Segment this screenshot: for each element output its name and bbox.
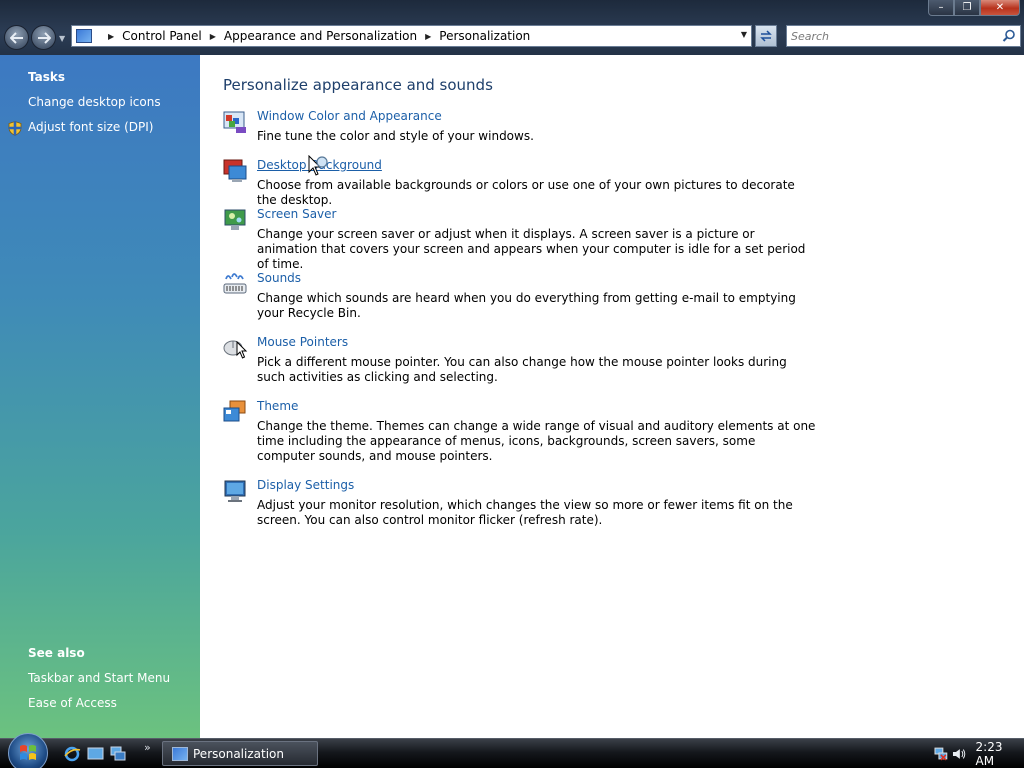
arrow-left-icon <box>9 31 23 44</box>
close-button[interactable]: ✕ <box>980 0 1020 16</box>
theme-link[interactable]: Theme <box>257 399 298 414</box>
taskbar-item-label: Personalization <box>193 746 284 761</box>
windows-logo-icon <box>20 745 36 760</box>
back-button[interactable] <box>4 25 29 50</box>
item-description: Fine tune the color and style of your wi… <box>257 129 534 143</box>
switch-windows-icon[interactable] <box>110 746 127 762</box>
screen-saver-icon <box>224 209 246 230</box>
breadcrumb-appearance[interactable]: Appearance and Personalization <box>224 29 417 43</box>
search-icon[interactable] <box>1002 29 1016 43</box>
sounds-link[interactable]: Sounds <box>257 271 301 286</box>
pointer-cursor-icon <box>236 341 248 359</box>
window-color-icon <box>223 111 246 133</box>
control-panel-icon <box>76 29 92 43</box>
taskbar-item-personalization[interactable]: Personalization <box>162 741 318 766</box>
chevron-right-icon[interactable]: ▶ <box>425 32 431 41</box>
item-description: Pick a different mouse pointer. You can … <box>257 355 787 384</box>
uac-shield-icon <box>8 121 22 136</box>
refresh-button[interactable] <box>755 25 777 47</box>
taskbar: » Personalization 2:23 AM <box>0 733 1024 768</box>
sounds-icon <box>223 273 247 294</box>
change-desktop-icons-link[interactable]: Change desktop icons <box>28 95 161 109</box>
volume-icon[interactable] <box>952 747 966 761</box>
notification-area: 2:23 AM <box>920 740 1024 768</box>
busy-cursor-icon <box>308 155 328 176</box>
tasks-heading: Tasks <box>28 70 66 84</box>
theme-icon <box>223 400 246 422</box>
display-settings-icon <box>224 480 246 502</box>
clock[interactable]: 2:23 AM <box>976 740 1024 768</box>
window-color-appearance-link[interactable]: Window Color and Appearance <box>257 109 442 124</box>
address-dropdown-icon[interactable]: ▼ <box>741 30 747 39</box>
maximize-button[interactable]: ❐ <box>954 0 980 16</box>
taskbar-start-menu-link[interactable]: Taskbar and Start Menu <box>28 671 170 685</box>
display-settings-link[interactable]: Display Settings <box>257 478 354 493</box>
network-icon[interactable] <box>934 747 948 761</box>
item-description: Choose from available backgrounds or col… <box>257 178 795 207</box>
breadcrumb-control-panel[interactable]: Control Panel <box>122 29 202 43</box>
title-bar: – ❐ ✕ ▼ ▶ Control Panel ▶ Appearance and… <box>0 0 1024 55</box>
forward-button[interactable] <box>31 25 56 50</box>
quick-launch-more-button[interactable]: » <box>144 741 151 754</box>
chevron-right-icon[interactable]: ▶ <box>210 32 216 41</box>
ease-of-access-link[interactable]: Ease of Access <box>28 696 117 710</box>
item-description: Change your screen saver or adjust when … <box>257 227 806 271</box>
minimize-button[interactable]: – <box>928 0 954 16</box>
mouse-pointers-link[interactable]: Mouse Pointers <box>257 335 348 350</box>
desktop-background-icon <box>223 159 247 182</box>
refresh-icon <box>760 30 772 42</box>
recent-pages-dropdown[interactable]: ▼ <box>59 34 65 43</box>
show-desktop-icon[interactable] <box>87 746 104 762</box>
page-title: Personalize appearance and sounds <box>223 76 493 94</box>
search-input[interactable] <box>791 27 996 45</box>
window-controls: – ❐ ✕ <box>928 0 1020 16</box>
internet-explorer-icon[interactable] <box>64 746 81 762</box>
content-pane: Personalize appearance and sounds Window… <box>200 55 1024 738</box>
breadcrumb-personalization[interactable]: Personalization <box>439 29 530 43</box>
adjust-font-size-link[interactable]: Adjust font size (DPI) <box>28 120 153 134</box>
chevron-right-icon[interactable]: ▶ <box>108 32 114 41</box>
address-bar[interactable]: ▶ Control Panel ▶ Appearance and Persona… <box>71 25 752 47</box>
search-box[interactable] <box>786 25 1021 47</box>
screen-saver-link[interactable]: Screen Saver <box>257 207 336 222</box>
see-also-heading: See also <box>28 646 85 660</box>
start-button[interactable] <box>8 733 48 768</box>
arrow-right-icon <box>37 31 51 44</box>
item-description: Change which sounds are heard when you d… <box>257 291 796 320</box>
task-pane: Tasks Change desktop icons Adjust font s… <box>0 55 200 738</box>
item-description: Change the theme. Themes can change a wi… <box>257 419 816 463</box>
personalization-window-icon <box>172 746 188 761</box>
item-description: Adjust your monitor resolution, which ch… <box>257 498 793 527</box>
